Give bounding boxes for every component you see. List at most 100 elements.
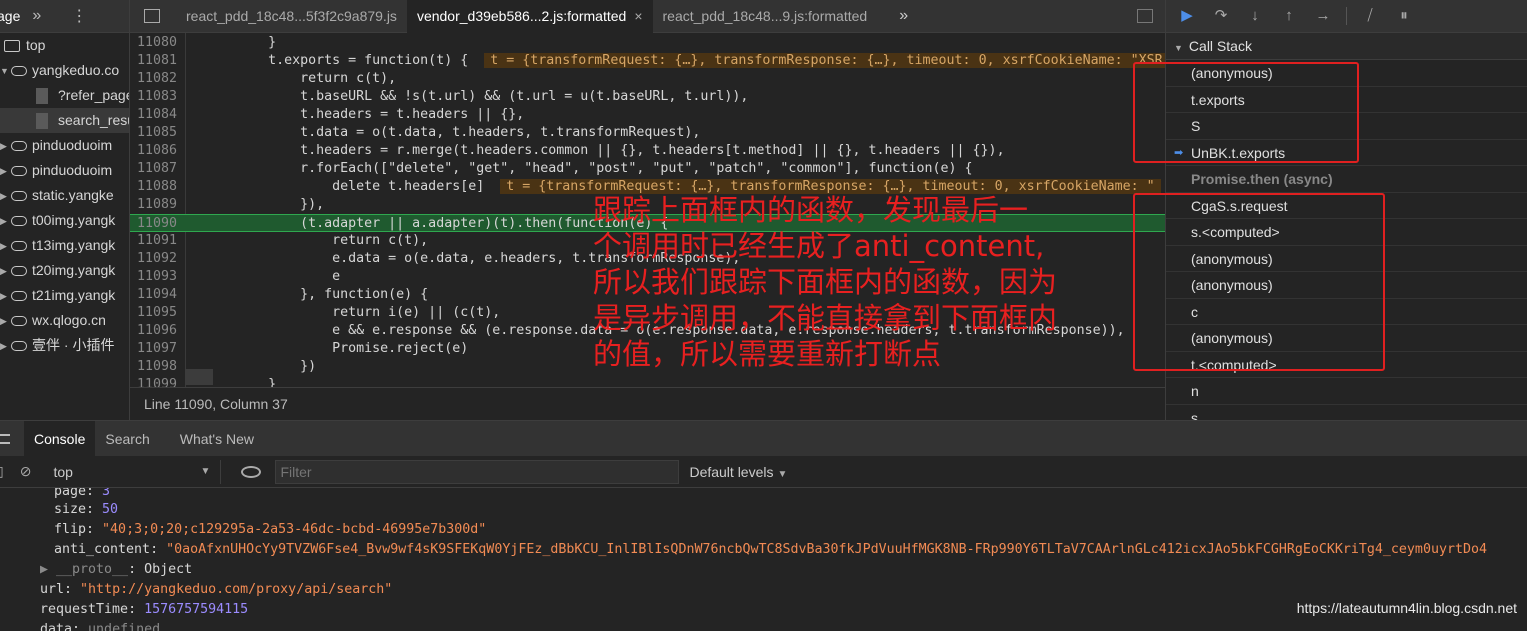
more-tabs-icon[interactable]: »	[32, 7, 41, 25]
tab-file-2[interactable]: vendor_d39eb586...2.js:formatted ×	[406, 0, 653, 33]
resume-icon[interactable]: ▶	[1176, 5, 1198, 27]
cloud-icon	[11, 241, 27, 252]
code-text: Promise.reject(e)	[204, 341, 469, 356]
line-number[interactable]: 11084	[130, 106, 180, 124]
tree-item[interactable]: ▶ wx.qlogo.cn	[0, 308, 129, 333]
step-out-icon[interactable]: ↑	[1278, 5, 1300, 27]
more-tabs-icon[interactable]: »	[899, 7, 908, 25]
line-number[interactable]: 11094	[130, 286, 180, 304]
annotation-box-upper	[1133, 62, 1359, 163]
code-line[interactable]: 11084 t.headers = t.headers || {},	[130, 106, 1165, 124]
call-frame[interactable]: n	[1166, 378, 1527, 405]
pause-on-exceptions-icon[interactable]: ⏸	[1393, 5, 1415, 27]
tree-item[interactable]: ▶ static.yangke	[0, 183, 129, 208]
tab-page[interactable]: age	[0, 0, 26, 33]
line-number[interactable]: 11086	[130, 142, 180, 160]
line-number[interactable]: 11098	[130, 358, 180, 376]
line-number[interactable]: 11095	[130, 304, 180, 322]
line-number[interactable]: 11096	[130, 322, 180, 340]
code-line[interactable]: 11085 t.data = o(t.data, t.headers, t.tr…	[130, 124, 1165, 142]
cloud-icon	[11, 291, 27, 302]
tree-item[interactable]: ?refer_page	[0, 83, 129, 108]
clear-console-icon[interactable]: ⊘	[20, 463, 32, 480]
console-row-request-time: requestTime: 1576757594115	[40, 602, 249, 617]
line-number[interactable]: 11093	[130, 268, 180, 286]
code-line[interactable]: 11086 t.headers = r.merge(t.headers.comm…	[130, 142, 1165, 160]
line-number[interactable]: 11083	[130, 88, 180, 106]
call-stack-header[interactable]: ▼ Call Stack	[1166, 33, 1527, 60]
tab-file-3[interactable]: react_pdd_18c48...9.js:formatted	[653, 0, 878, 33]
tree-item[interactable]: search_resu	[0, 108, 129, 133]
line-number[interactable]: 11088	[130, 178, 180, 196]
sidebar-toggle-icon[interactable]: ▯	[0, 463, 4, 480]
debugger-toolbar: ▶ ↷ ↓ ↑ → ⧸ ⏸	[1166, 0, 1527, 33]
console-row-proto[interactable]: ▶ __proto__: Object	[40, 560, 192, 580]
cloud-icon	[11, 266, 27, 277]
line-number[interactable]: 11099	[130, 376, 180, 387]
deactivate-breakpoints-icon[interactable]: ⧸	[1359, 5, 1381, 27]
line-number[interactable]: 11080	[130, 34, 180, 52]
chevron-down-icon: ▼	[200, 465, 211, 477]
annotation-line: 所以我们跟踪下面框内的函数，因为	[593, 265, 1058, 299]
collapsed-arrow-icon: ▶	[0, 265, 7, 276]
editor-status-bar: Line 11090, Column 37	[130, 387, 1165, 420]
tree-item[interactable]: ▶ pinduoduoim	[0, 158, 129, 183]
tree-item[interactable]: ▶ t00img.yangk	[0, 208, 129, 233]
call-frame-label: n	[1191, 383, 1199, 399]
filter-input[interactable]	[275, 459, 680, 484]
file-icon	[36, 88, 48, 105]
line-number[interactable]: 11097	[130, 340, 180, 358]
step-over-icon[interactable]: ↷	[1210, 5, 1232, 27]
tree-item-label: search_resu	[58, 112, 130, 128]
line-number[interactable]: 11092	[130, 250, 180, 268]
cloud-icon	[11, 341, 27, 352]
code-text: }, function(e) {	[204, 287, 429, 302]
tree-item[interactable]: ▶ 壹伴 · 小插件	[0, 333, 129, 358]
tab-console[interactable]: Console	[24, 420, 96, 457]
tree-item[interactable]: ▶ t20img.yangk	[0, 258, 129, 283]
annotation-line: 个调用时已经生成了anti_content,	[593, 229, 1045, 263]
drawer-menu-icon[interactable]	[0, 433, 10, 444]
line-number[interactable]: 11085	[130, 124, 180, 142]
tree-item-label: 壹伴 · 小插件	[32, 337, 115, 353]
tree-item[interactable]: ▶ t13img.yangk	[0, 233, 129, 258]
context-selector[interactable]: top ▼	[49, 459, 222, 484]
code-line[interactable]: 11099 }	[130, 376, 1165, 387]
code-line[interactable]: 11081 t.exports = function(t) { t = {tra…	[130, 52, 1165, 70]
tab-whats-new[interactable]: What's New	[170, 421, 264, 457]
tree-item[interactable]: ▶ pinduoduoim	[0, 133, 129, 158]
code-line[interactable]: 11083 t.baseURL && !s(t.url) && (t.url =…	[130, 88, 1165, 106]
code-line[interactable]: 11087 r.forEach(["delete", "get", "head"…	[130, 160, 1165, 178]
line-number[interactable]: 11090	[130, 215, 180, 233]
code-line[interactable]: 11080 }	[130, 34, 1165, 52]
toggle-debugger-icon[interactable]	[1137, 9, 1153, 23]
tree-item[interactable]: ▼ yangkeduo.co	[0, 58, 129, 83]
horizontal-scrollbar[interactable]	[185, 369, 213, 385]
tree-item-label: static.yangke	[32, 187, 114, 203]
live-expression-icon[interactable]	[241, 465, 262, 478]
code-text: t.headers = t.headers || {},	[204, 107, 525, 122]
call-frame[interactable]: s	[1166, 405, 1527, 421]
tree-item[interactable]: ▶ t21img.yangk	[0, 283, 129, 308]
tab-search[interactable]: Search	[95, 421, 159, 457]
toggle-navigator-icon[interactable]	[144, 9, 160, 23]
cloud-icon	[11, 191, 27, 202]
navigator-panel: age » ⋮ top ▼ yangkeduo.co ?refer_pagesearc…	[0, 0, 130, 420]
step-icon[interactable]: →	[1312, 5, 1334, 27]
step-into-icon[interactable]: ↓	[1244, 5, 1266, 27]
watermark: https://lateautumn4lin.blog.csdn.net	[1296, 600, 1517, 616]
tree-item[interactable]: top	[0, 33, 129, 58]
call-stack-title: Call Stack	[1188, 38, 1252, 54]
more-options-icon[interactable]: ⋮	[71, 6, 87, 26]
context-value: top	[53, 463, 73, 480]
line-number[interactable]: 11087	[130, 160, 180, 178]
line-number[interactable]: 11091	[130, 232, 180, 250]
log-levels-dropdown[interactable]: Default levels ▼	[689, 464, 787, 480]
close-tab-icon[interactable]: ×	[634, 8, 642, 24]
line-number[interactable]: 11081	[130, 52, 180, 70]
line-number[interactable]: 11089	[130, 196, 180, 214]
tab-file-1[interactable]: react_pdd_18c48...5f3f2c9a879.js	[176, 0, 407, 33]
line-number[interactable]: 11082	[130, 70, 180, 88]
code-text: r.forEach(["delete", "get", "head", "pos…	[204, 161, 973, 176]
code-line[interactable]: 11082 return c(t),	[130, 70, 1165, 88]
